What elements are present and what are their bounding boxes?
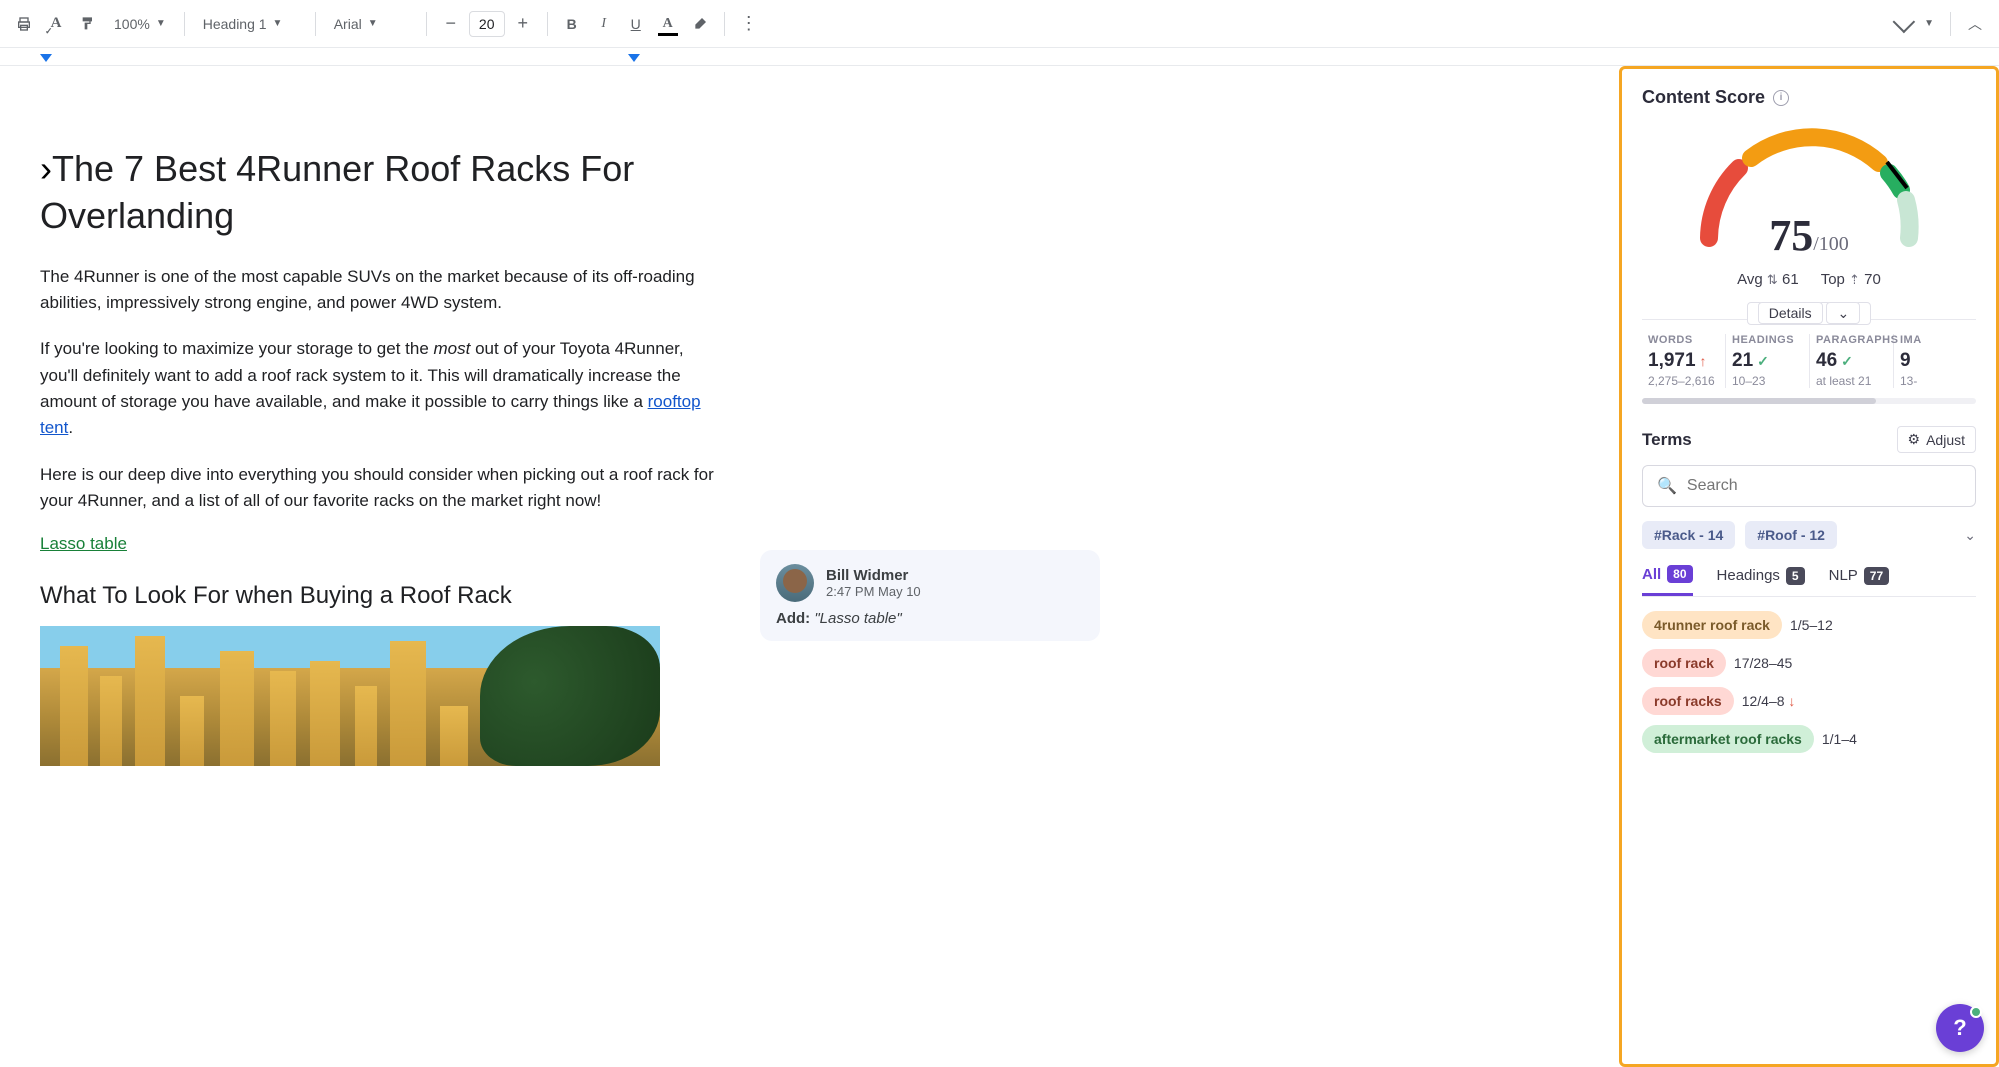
edit-mode-button[interactable] [1892, 10, 1920, 38]
benchmarks: Avg ⇅ 61 Top ⇡ 70 [1642, 271, 1976, 288]
comment-body: Add: "Lasso table" [776, 610, 1084, 627]
comment-card[interactable]: Bill Widmer 2:47 PM May 10 Add: "Lasso t… [760, 550, 1100, 641]
content-score-title: Content Score i [1642, 87, 1976, 108]
help-button[interactable]: ? [1936, 1004, 1984, 1052]
paint-format-icon[interactable] [74, 10, 102, 38]
highlight-button[interactable] [686, 10, 714, 38]
stat-headings: HEADINGS 21✓ 10–23 [1726, 334, 1810, 388]
bold-button[interactable]: B [558, 10, 586, 38]
underline-button[interactable]: U [622, 10, 650, 38]
chevron-down-icon[interactable]: ⌄ [1964, 527, 1976, 544]
term-list: 4runner roof rack 1/5–12 roof rack 17/28–45… [1642, 611, 1976, 753]
term-name: roof rack [1642, 649, 1726, 677]
term-item[interactable]: aftermarket roof racks 1/1–4 [1642, 725, 1976, 753]
term-name: aftermarket roof racks [1642, 725, 1814, 753]
terms-search[interactable]: 🔍 [1642, 465, 1976, 507]
document-area[interactable]: ›The 7 Best 4Runner Roof Racks For Overl… [0, 66, 1619, 1067]
term-count: 17/28–45 [1734, 655, 1792, 671]
term-item[interactable]: roof racks 12/4–8 ↓ [1642, 687, 1976, 715]
info-icon[interactable]: i [1773, 90, 1789, 106]
filter-pill-roof[interactable]: #Roof - 12 [1745, 521, 1837, 549]
tab-headings[interactable]: Headings5 [1717, 565, 1805, 596]
comment-author: Bill Widmer [826, 567, 921, 584]
document-page: ›The 7 Best 4Runner Roof Racks For Overl… [0, 66, 720, 766]
italic-button[interactable]: I [590, 10, 618, 38]
filter-pill-rack[interactable]: #Rack - 14 [1642, 521, 1735, 549]
text-color-button[interactable]: A [654, 10, 682, 38]
terms-title: Terms [1642, 430, 1692, 450]
font-size-input[interactable]: 20 [469, 11, 505, 37]
stats-scrollbar[interactable] [1642, 398, 1976, 404]
font-dropdown[interactable]: Arial▼ [326, 12, 416, 36]
term-name: roof racks [1642, 687, 1734, 715]
terms-tabs: All80 Headings5 NLP77 [1642, 565, 1976, 597]
stat-paragraphs: PARAGRAPHS 46✓ at least 21 [1810, 334, 1894, 388]
main: ›The 7 Best 4Runner Roof Racks For Overl… [0, 66, 1999, 1067]
decrease-font-button[interactable]: − [437, 10, 465, 38]
paragraph[interactable]: If you're looking to maximize your stora… [40, 336, 720, 441]
search-input[interactable] [1687, 477, 1961, 495]
more-button[interactable]: ⋮ [735, 10, 763, 38]
heading-2[interactable]: What To Look For when Buying a Roof Rack [40, 582, 720, 610]
search-icon: 🔍 [1657, 476, 1677, 496]
paragraph[interactable]: The 4Runner is one of the most capable S… [40, 264, 720, 317]
tab-all[interactable]: All80 [1642, 565, 1693, 596]
term-count: 1/1–4 [1822, 731, 1857, 747]
paragraph[interactable]: Here is our deep dive into everything yo… [40, 462, 720, 515]
stat-words: WORDS 1,971↑ 2,275–2,616 [1642, 334, 1726, 388]
spellcheck-icon[interactable]: A✓ [42, 10, 70, 38]
collapse-button[interactable]: ︿ [1961, 10, 1989, 38]
tab-nlp[interactable]: NLP77 [1829, 565, 1890, 596]
lasso-table-link[interactable]: Lasso table [40, 534, 720, 554]
term-item[interactable]: 4runner roof rack 1/5–12 [1642, 611, 1976, 639]
ruler[interactable] [0, 48, 1999, 66]
stats-row: WORDS 1,971↑ 2,275–2,616 HEADINGS 21✓ 10… [1642, 319, 1976, 388]
notification-dot [1970, 1006, 1982, 1018]
style-dropdown[interactable]: Heading 1▼ [195, 12, 305, 36]
toolbar: A✓ 100%▼ Heading 1▼ Arial▼ − 20 + B I U … [0, 0, 1999, 48]
stat-images: IMA 9 13- [1894, 334, 1976, 388]
term-count: 1/5–12 [1790, 617, 1833, 633]
term-count: 12/4–8 ↓ [1742, 693, 1796, 709]
content-score-sidebar: Content Score i 75/100 Avg ⇅ 61 Top ⇡ 70… [1619, 66, 1999, 1067]
print-icon[interactable] [10, 10, 38, 38]
sliders-icon: ⚙ [1908, 431, 1921, 448]
term-name: 4runner roof rack [1642, 611, 1782, 639]
page-title[interactable]: ›The 7 Best 4Runner Roof Racks For Overl… [40, 146, 720, 240]
increase-font-button[interactable]: + [509, 10, 537, 38]
adjust-button[interactable]: ⚙Adjust [1897, 426, 1976, 453]
comment-time: 2:47 PM May 10 [826, 584, 921, 599]
zoom-dropdown[interactable]: 100%▼ [106, 12, 174, 36]
term-item[interactable]: roof rack 17/28–45 [1642, 649, 1976, 677]
document-image[interactable] [40, 626, 660, 766]
avatar [776, 564, 814, 602]
